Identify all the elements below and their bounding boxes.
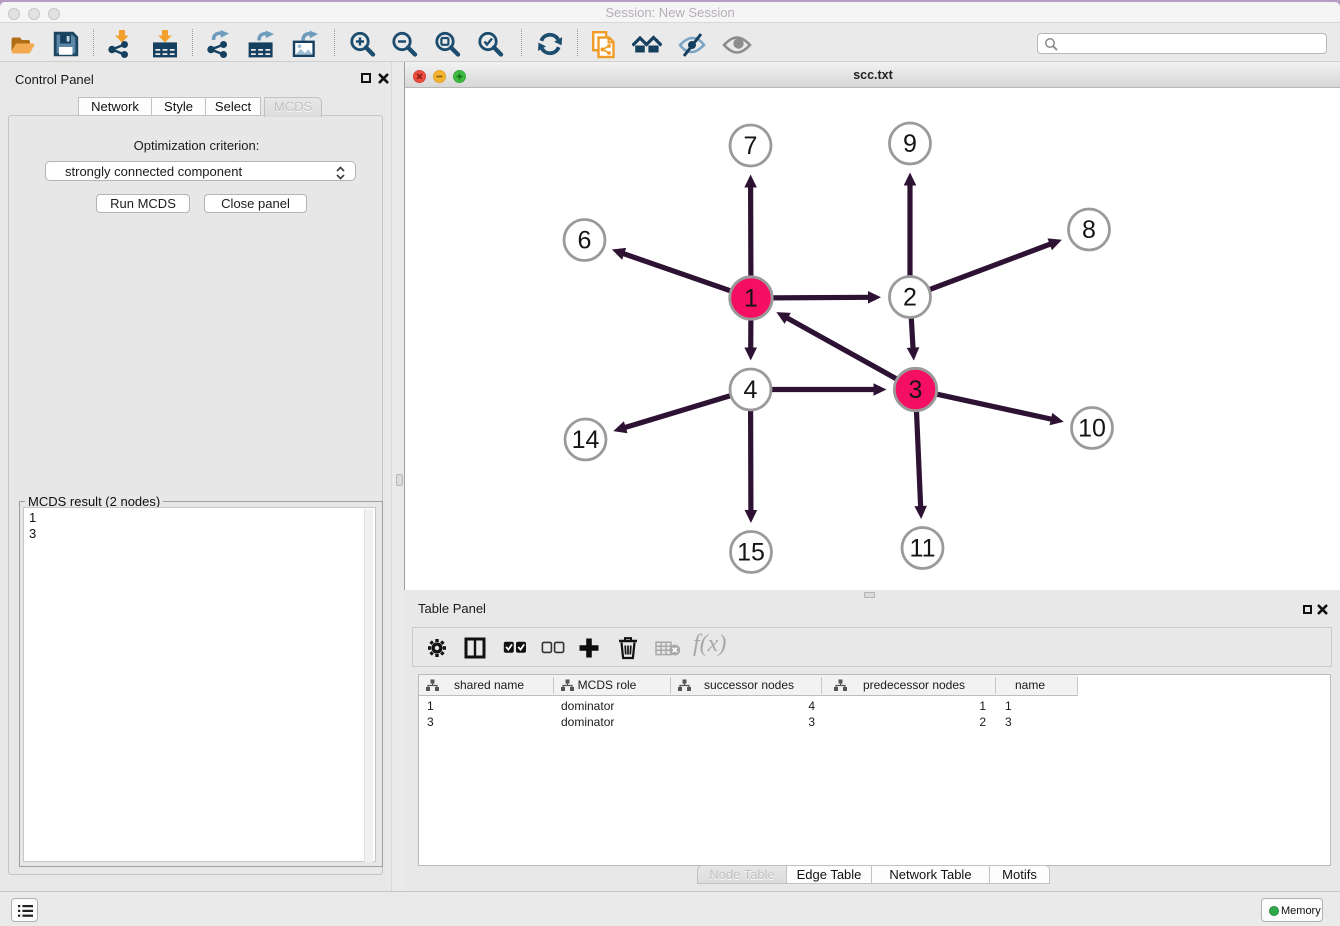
- svg-text:6: 6: [578, 227, 592, 255]
- svg-text:3: 3: [909, 376, 923, 404]
- svg-text:14: 14: [572, 426, 600, 454]
- svg-text:7: 7: [744, 132, 758, 160]
- svg-text:4: 4: [744, 376, 758, 404]
- svg-text:9: 9: [903, 130, 917, 158]
- svg-text:15: 15: [737, 539, 765, 567]
- svg-text:8: 8: [1082, 216, 1096, 244]
- svg-text:11: 11: [910, 535, 936, 563]
- svg-text:2: 2: [903, 284, 917, 312]
- svg-text:1: 1: [744, 285, 758, 313]
- svg-text:10: 10: [1078, 415, 1106, 443]
